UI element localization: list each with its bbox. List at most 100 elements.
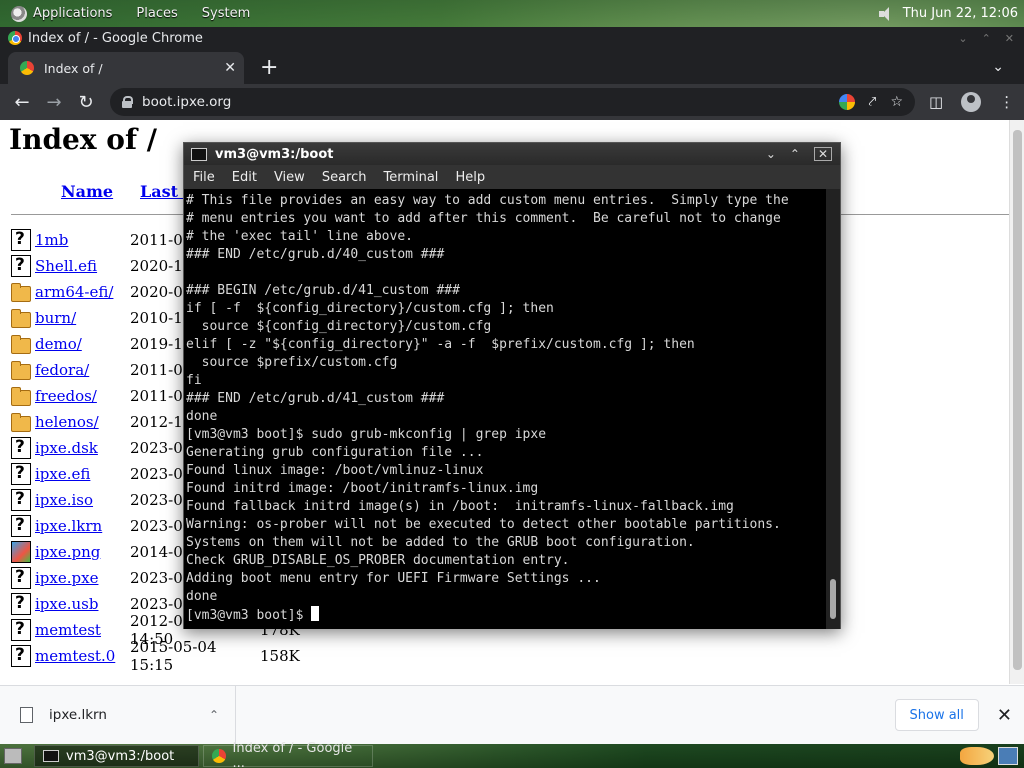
file-link[interactable]: arm64-efi/ (35, 283, 130, 301)
download-item[interactable]: ipxe.lkrn ⌃ (0, 685, 236, 745)
bottom-panel: vm3@vm3:/boot Index of / - Google ... (0, 741, 1024, 768)
tab-title: Index of / (44, 60, 103, 76)
chrome-icon (8, 31, 22, 45)
distro-logo-icon[interactable] (11, 5, 27, 22)
maximize-icon[interactable]: ⌃ (790, 147, 800, 161)
file-link[interactable]: memtest (35, 621, 130, 639)
chrome-window-title: Index of / - Google Chrome (28, 30, 203, 46)
google-lens-icon[interactable] (838, 94, 855, 110)
address-bar[interactable]: boot.ipxe.org ⤤ ☆ (110, 88, 915, 116)
back-icon[interactable]: ← (6, 92, 38, 113)
tab-index-of[interactable]: Index of / ✕ (8, 52, 244, 84)
menu-terminal[interactable]: Terminal (383, 170, 438, 185)
terminal-line: ### END /etc/grub.d/40_custom ### (186, 247, 445, 262)
unknown-file-icon (11, 255, 31, 277)
forward-icon[interactable]: → (38, 92, 70, 113)
tab-search-chevron-icon[interactable]: ⌄ (992, 59, 1004, 75)
download-filename[interactable]: ipxe.lkrn (49, 707, 107, 723)
terminal-line: ### BEGIN /etc/grub.d/41_custom ### (186, 283, 460, 298)
unknown-file-icon (11, 489, 31, 511)
menu-edit[interactable]: Edit (232, 170, 257, 185)
maximize-icon[interactable]: ⌃ (982, 32, 991, 45)
file-link[interactable]: fedora/ (35, 361, 130, 379)
profile-avatar-icon[interactable] (961, 92, 982, 112)
terminal-scrollbar[interactable] (826, 189, 840, 629)
tab-favicon-icon (20, 61, 34, 75)
clock[interactable]: Thu Jun 22, 12:06 (903, 6, 1018, 21)
file-link[interactable]: ipxe.usb (35, 595, 130, 613)
minimize-icon[interactable]: ⌄ (958, 32, 967, 45)
menu-applications[interactable]: Applications (33, 6, 112, 21)
prompt: [vm3@vm3 boot]$ (186, 608, 312, 623)
workspace-switcher[interactable] (998, 747, 1018, 765)
task-chrome[interactable]: Index of / - Google ... (203, 741, 373, 768)
unknown-file-icon (11, 593, 31, 615)
menu-places[interactable]: Places (136, 6, 177, 21)
terminal-title: vm3@vm3:/boot (215, 146, 334, 162)
task-terminal-label: vm3@vm3:/boot (66, 748, 175, 764)
menu-help[interactable]: Help (455, 170, 485, 185)
file-link[interactable]: ipxe.png (35, 543, 130, 561)
show-all-button[interactable]: Show all (894, 699, 979, 731)
terminal-line: if [ -f ${config_directory}/custom.cfg ]… (186, 301, 554, 316)
page-scrollbar[interactable] (1009, 120, 1024, 684)
task-terminal[interactable]: vm3@vm3:/boot (34, 745, 199, 767)
unknown-file-icon (11, 463, 31, 485)
menu-search[interactable]: Search (322, 170, 367, 185)
column-header-name[interactable]: Name (61, 182, 113, 201)
download-bar: ipxe.lkrn ⌃ Show all ✕ (0, 685, 1024, 745)
task-chrome-label: Index of / - Google ... (232, 741, 353, 768)
kebab-menu-icon[interactable]: ⋮ (999, 93, 1014, 111)
terminal-icon (191, 147, 207, 161)
file-link[interactable]: ipxe.pxe (35, 569, 130, 587)
file-link[interactable]: ipxe.dsk (35, 439, 130, 457)
terminal-line: fi (186, 373, 202, 388)
url-text[interactable]: boot.ipxe.org (142, 94, 231, 110)
terminal-prompt-line[interactable]: [vm3@vm3 boot]$ (186, 606, 828, 624)
folder-icon (11, 309, 31, 328)
terminal-output[interactable]: # This file provides an easy way to add … (184, 189, 828, 629)
close-download-bar-icon[interactable]: ✕ (997, 705, 1012, 726)
tab-close-icon[interactable]: ✕ (224, 60, 236, 76)
new-tab-icon[interactable]: + (260, 55, 278, 80)
file-link[interactable]: freedos/ (35, 387, 130, 405)
column-header-last-modified[interactable]: Last modified (140, 182, 183, 201)
chevron-up-icon[interactable]: ⌃ (209, 708, 219, 722)
share-icon[interactable]: ⤤ (869, 94, 877, 110)
menu-file[interactable]: File (193, 170, 215, 185)
file-link[interactable]: Shell.efi (35, 257, 130, 275)
terminal-line: Generating grub configuration file ... (186, 445, 484, 460)
minimize-icon[interactable]: ⌄ (766, 147, 776, 161)
file-row: memtest.02015-05-04 15:15 158K (11, 638, 300, 674)
chrome-toolbar: ← → ↻ boot.ipxe.org ⤤ ☆ ◫ ⋮ (0, 84, 1024, 120)
close-icon[interactable]: ✕ (813, 147, 832, 161)
bookmark-star-icon[interactable]: ☆ (890, 94, 903, 110)
close-icon[interactable]: ✕ (1005, 32, 1014, 45)
reload-icon[interactable]: ↻ (70, 92, 102, 113)
file-link[interactable]: ipxe.iso (35, 491, 130, 509)
fish-applet-icon[interactable] (960, 747, 994, 765)
terminal-menubar: File Edit View Search Terminal Help (184, 165, 840, 189)
file-link[interactable]: ipxe.efi (35, 465, 130, 483)
file-link[interactable]: 1mb (35, 231, 130, 249)
file-link[interactable]: demo/ (35, 335, 130, 353)
chrome-titlebar: Index of / - Google Chrome ⌄ ⌃ ✕ (0, 27, 1024, 49)
menu-view[interactable]: View (274, 170, 305, 185)
volume-icon[interactable] (877, 6, 895, 22)
file-link[interactable]: memtest.0 (35, 647, 130, 665)
terminal-line: Check GRUB_DISABLE_OS_PROBER documentati… (186, 553, 570, 568)
unknown-file-icon (11, 437, 31, 459)
terminal-icon (43, 750, 59, 762)
file-link[interactable]: burn/ (35, 309, 130, 327)
menu-system[interactable]: System (202, 6, 250, 21)
terminal-line: Warning: os-prober will not be executed … (186, 517, 781, 532)
show-desktop-icon[interactable] (4, 748, 22, 764)
lock-icon[interactable] (122, 96, 133, 108)
file-link[interactable]: helenos/ (35, 413, 130, 431)
unknown-file-icon (11, 515, 31, 537)
folder-icon (11, 335, 31, 354)
file-link[interactable]: ipxe.lkrn (35, 517, 130, 535)
side-panel-icon[interactable]: ◫ (929, 93, 943, 111)
folder-icon (11, 387, 31, 406)
